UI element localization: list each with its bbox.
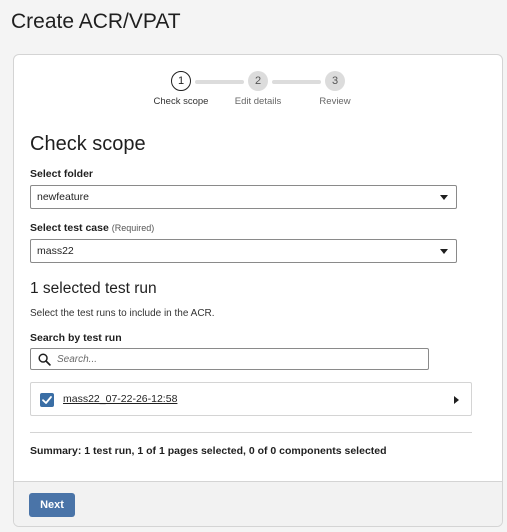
step-connector (195, 80, 244, 84)
folder-label: Select folder (30, 168, 94, 180)
test-case-label: Select test case (Required) (30, 222, 154, 234)
step-2-label: Edit details (234, 96, 282, 107)
stepper: 1 2 3 Check scope Edit details Review (14, 69, 502, 109)
wizard-footer: Next (14, 481, 502, 526)
test-run-checkbox[interactable] (40, 393, 54, 407)
test-case-label-text: Select test case (30, 222, 109, 234)
chevron-down-icon (440, 195, 448, 200)
chevron-down-icon (440, 249, 448, 254)
test-run-row[interactable]: mass22_07-22-26-12:58 (30, 382, 472, 416)
check-icon (42, 396, 52, 404)
test-case-select[interactable]: mass22 (30, 239, 457, 263)
wizard-card: 1 2 3 Check scope Edit details Review Ch… (13, 54, 503, 527)
step-1-label: Check scope (153, 96, 209, 107)
step-3-indicator[interactable]: 3 (325, 71, 345, 91)
test-run-link[interactable]: mass22_07-22-26-12:58 (63, 393, 177, 405)
chevron-right-icon[interactable] (454, 396, 459, 404)
search-input[interactable] (57, 351, 417, 367)
divider (30, 432, 472, 433)
selected-runs-title: 1 selected test run (30, 280, 157, 297)
selected-runs-description: Select the test runs to include in the A… (30, 308, 215, 319)
next-button[interactable]: Next (29, 493, 75, 517)
step-2-indicator[interactable]: 2 (248, 71, 268, 91)
folder-select-value: newfeature (37, 191, 89, 203)
step-3-label: Review (319, 96, 351, 107)
page-title: Create ACR/VPAT (11, 10, 181, 33)
section-title: Check scope (30, 133, 146, 155)
required-note: (Required) (111, 223, 155, 233)
search-icon (38, 353, 51, 366)
step-connector (272, 80, 321, 84)
search-label: Search by test run (30, 332, 122, 344)
test-case-select-value: mass22 (37, 245, 74, 257)
step-1-indicator[interactable]: 1 (171, 71, 191, 91)
selection-summary: Summary: 1 test run, 1 of 1 pages select… (30, 445, 387, 457)
search-box (30, 348, 429, 370)
folder-select[interactable]: newfeature (30, 185, 457, 209)
